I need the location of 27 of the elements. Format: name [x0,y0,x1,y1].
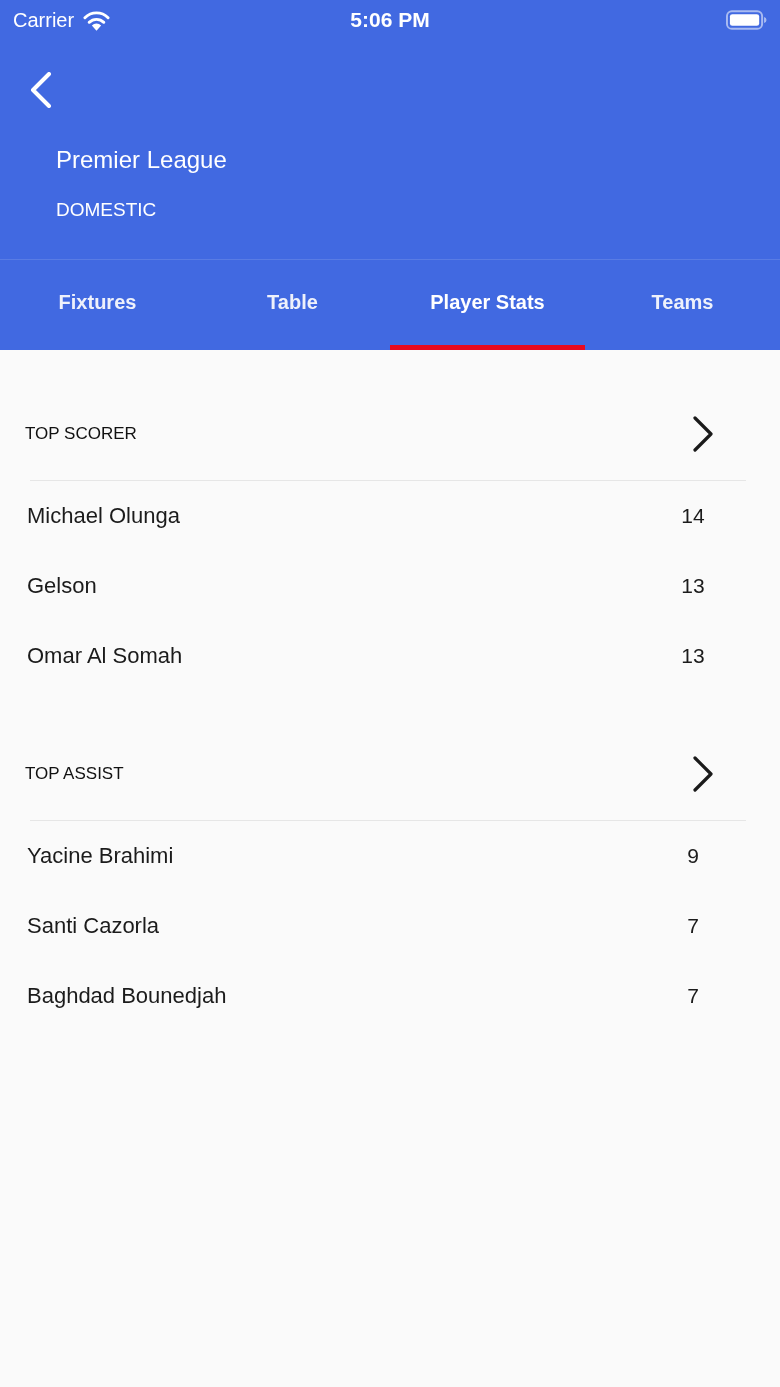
battery-icon [726,10,767,30]
stat-value: 14 [680,504,706,528]
league-title: Premier League [56,145,227,175]
status-time: 5:06 PM [350,8,430,32]
player-name: Omar Al Somah [27,643,184,669]
player-name: Yacine Brahimi [27,843,175,869]
player-name: Michael Olunga [27,503,181,529]
stat-value: 13 [680,644,706,668]
chevron-right-icon[interactable] [692,756,714,792]
chevron-left-icon [29,72,53,108]
tab[interactable]: Teams [585,260,780,350]
tab[interactable]: Player Stats [390,260,585,350]
stat-value: 7 [686,914,700,938]
section-title: TOP ASSIST [25,764,124,784]
stat-value: 13 [680,574,706,598]
chevron-right-icon[interactable] [692,416,714,452]
stat-value: 9 [686,844,700,868]
carrier-label: Carrier [13,8,75,32]
wifi-icon [83,9,111,31]
player-name: Gelson [27,573,98,599]
tab[interactable]: Fixtures [0,260,195,350]
stat-value: 7 [686,984,700,1008]
league-subtitle: DOMESTIC [56,198,158,222]
tab[interactable]: Table [195,260,390,350]
player-name: Baghdad Bounedjah [27,983,228,1009]
player-name: Santi Cazorla [27,913,161,939]
section-title: TOP SCORER [25,424,137,444]
